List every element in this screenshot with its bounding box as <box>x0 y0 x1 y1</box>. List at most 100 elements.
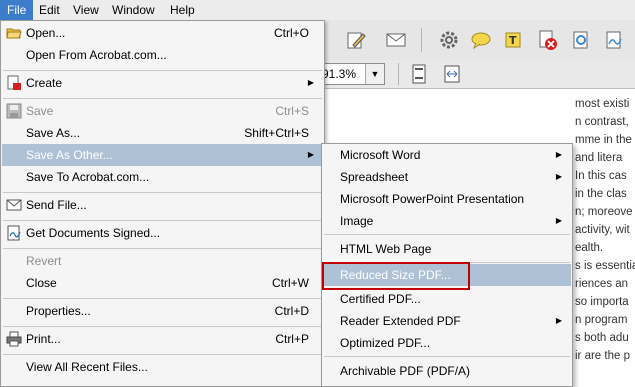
menu-separator <box>324 234 570 235</box>
menu-item-label: Close <box>26 276 57 290</box>
menu-bar: File Edit View Window Help <box>0 0 635 21</box>
edit-icon[interactable] <box>345 29 367 51</box>
menu-view[interactable]: View <box>66 0 106 20</box>
doc-text-line: In this cas <box>575 170 627 182</box>
menu-edit[interactable]: Edit <box>32 0 67 20</box>
menu-separator <box>3 326 322 327</box>
menu-item-label: HTML Web Page <box>340 242 432 256</box>
doc-text-line: and litera <box>575 152 623 164</box>
menu-separator <box>3 220 322 221</box>
envelope-icon[interactable] <box>385 29 407 51</box>
menu-item-microsoft-word[interactable]: Microsoft Word ▶ <box>323 144 571 166</box>
menu-separator <box>3 70 322 71</box>
doc-text-line: riences an <box>575 278 629 290</box>
menu-item-shortcut: Ctrl+D <box>274 304 309 318</box>
chevron-right-icon: ▶ <box>307 78 314 87</box>
file-menu: Open... Ctrl+O Open From Acrobat.com... Cre… <box>0 20 325 387</box>
chevron-down-icon[interactable]: ▼ <box>365 64 384 84</box>
doc-text-line: n program <box>575 314 628 326</box>
menu-item-get-documents-signed[interactable]: Get Documents Signed... <box>2 222 323 244</box>
menu-item-image[interactable]: Image ▶ <box>323 210 571 232</box>
menu-item-revert: Revert <box>2 250 323 272</box>
menu-item-save-to-acrobat-com[interactable]: Save To Acrobat.com... <box>2 166 323 188</box>
menu-item-create[interactable]: Create ▶ <box>2 72 323 94</box>
delete-doc-icon[interactable] <box>537 29 559 51</box>
menu-item-shortcut: Ctrl+W <box>272 276 309 290</box>
menu-item-shortcut: Ctrl+O <box>273 26 309 40</box>
menu-item-print[interactable]: Print... Ctrl+P <box>2 328 323 350</box>
menu-item-label: Save <box>26 104 54 118</box>
menu-item-label: Save As... <box>26 126 81 140</box>
menu-item-html-web-page[interactable]: HTML Web Page <box>323 238 571 260</box>
zoom-value: 91.3% <box>322 67 357 81</box>
doc-text-line: so importa <box>575 296 629 308</box>
zoom-select[interactable]: 91.3% ▼ <box>317 63 385 85</box>
envelope-icon <box>6 197 22 213</box>
menu-separator <box>3 354 322 355</box>
menu-item-open-from-acrobat-com[interactable]: Open From Acrobat.com... <box>2 44 323 66</box>
menu-item-send-file[interactable]: Send File... <box>2 194 323 216</box>
printer-icon <box>6 331 22 347</box>
create-pdf-icon <box>6 75 22 91</box>
menu-window[interactable]: Window <box>105 0 162 20</box>
open-folder-icon <box>6 25 22 41</box>
menu-item-label: Optimized PDF... <box>340 336 431 350</box>
menu-item-optimized-pdf[interactable]: Optimized PDF... <box>323 332 571 354</box>
menu-item-label: Image <box>340 214 374 228</box>
menu-item-label: Print... <box>26 332 61 346</box>
menu-item-save: Save Ctrl+S <box>2 100 323 122</box>
menu-item-reader-extended-pdf[interactable]: Reader Extended PDF ▶ <box>323 310 571 332</box>
menu-item-archivable-pdf-pdf-a[interactable]: Archivable PDF (PDF/A) <box>323 360 571 382</box>
doc-text-line: ir are the p <box>575 350 630 362</box>
doc-text-line: in the clas <box>575 188 627 200</box>
doc-text-line: s both adu <box>575 332 629 344</box>
menu-item-label: Save As Other... <box>26 148 113 162</box>
menu-item-open[interactable]: Open... Ctrl+O <box>2 22 323 44</box>
menu-item-view-all-recent-files[interactable]: View All Recent Files... <box>2 356 323 378</box>
share-doc-icon[interactable] <box>570 29 592 51</box>
menu-help[interactable]: Help <box>163 0 202 20</box>
gear-icon[interactable] <box>438 29 460 51</box>
doc-text-line: n; moreove <box>575 206 633 218</box>
menu-item-save-as-other[interactable]: Save As Other... ▶ <box>2 144 323 166</box>
doc-text-line: most existi <box>575 98 630 110</box>
callout-highlight-box <box>322 262 470 290</box>
menu-item-label: Properties... <box>26 304 91 318</box>
menu-item-label: Certified PDF... <box>340 292 421 306</box>
menu-item-label: Reader Extended PDF <box>340 314 461 328</box>
menu-item-spreadsheet[interactable]: Spreadsheet ▶ <box>323 166 571 188</box>
sign-doc-icon <box>6 225 22 241</box>
comment-icon[interactable] <box>470 29 492 51</box>
chevron-right-icon: ▶ <box>555 216 562 225</box>
menu-item-save-as[interactable]: Save As... Shift+Ctrl+S <box>2 122 323 144</box>
menu-item-label: Open From Acrobat.com... <box>26 48 167 62</box>
menu-item-label: Create <box>26 76 63 90</box>
menu-item-shortcut: Ctrl+S <box>275 104 309 118</box>
doc-text-line: ealth. <box>575 242 604 254</box>
menu-item-certified-pdf[interactable]: Certified PDF... <box>323 288 571 310</box>
doc-text-line: mme in the <box>575 134 632 146</box>
doc-text-line: n contrast, <box>575 116 629 128</box>
menu-item-label: Spreadsheet <box>340 170 409 184</box>
toolbar-divider <box>398 63 399 85</box>
menu-separator <box>3 98 322 99</box>
menu-separator <box>3 248 322 249</box>
chevron-right-icon: ▶ <box>307 150 314 159</box>
menu-item-label: Get Documents Signed... <box>26 226 161 240</box>
fit-page-icon[interactable] <box>408 63 430 85</box>
chevron-right-icon: ▶ <box>555 316 562 325</box>
sign-doc-icon[interactable] <box>603 29 625 51</box>
menu-item-label: Send File... <box>26 198 87 212</box>
menu-item-properties[interactable]: Properties... Ctrl+D <box>2 300 323 322</box>
doc-text-line: activity, wit <box>575 224 630 236</box>
menu-file[interactable]: File <box>0 0 34 20</box>
menu-item-close[interactable]: Close Ctrl+W <box>2 272 323 294</box>
chevron-right-icon: ▶ <box>555 172 562 181</box>
highlight-text-icon[interactable]: T <box>503 29 525 51</box>
menu-item-microsoft-powerpoint-presentation[interactable]: Microsoft PowerPoint Presentation <box>323 188 571 210</box>
menu-item-label: Archivable PDF (PDF/A) <box>340 364 471 378</box>
fit-width-icon[interactable] <box>441 63 463 85</box>
menu-item-label: Open... <box>26 26 66 40</box>
menu-item-label: Revert <box>26 254 62 268</box>
menu-item-label: View All Recent Files... <box>26 360 148 374</box>
